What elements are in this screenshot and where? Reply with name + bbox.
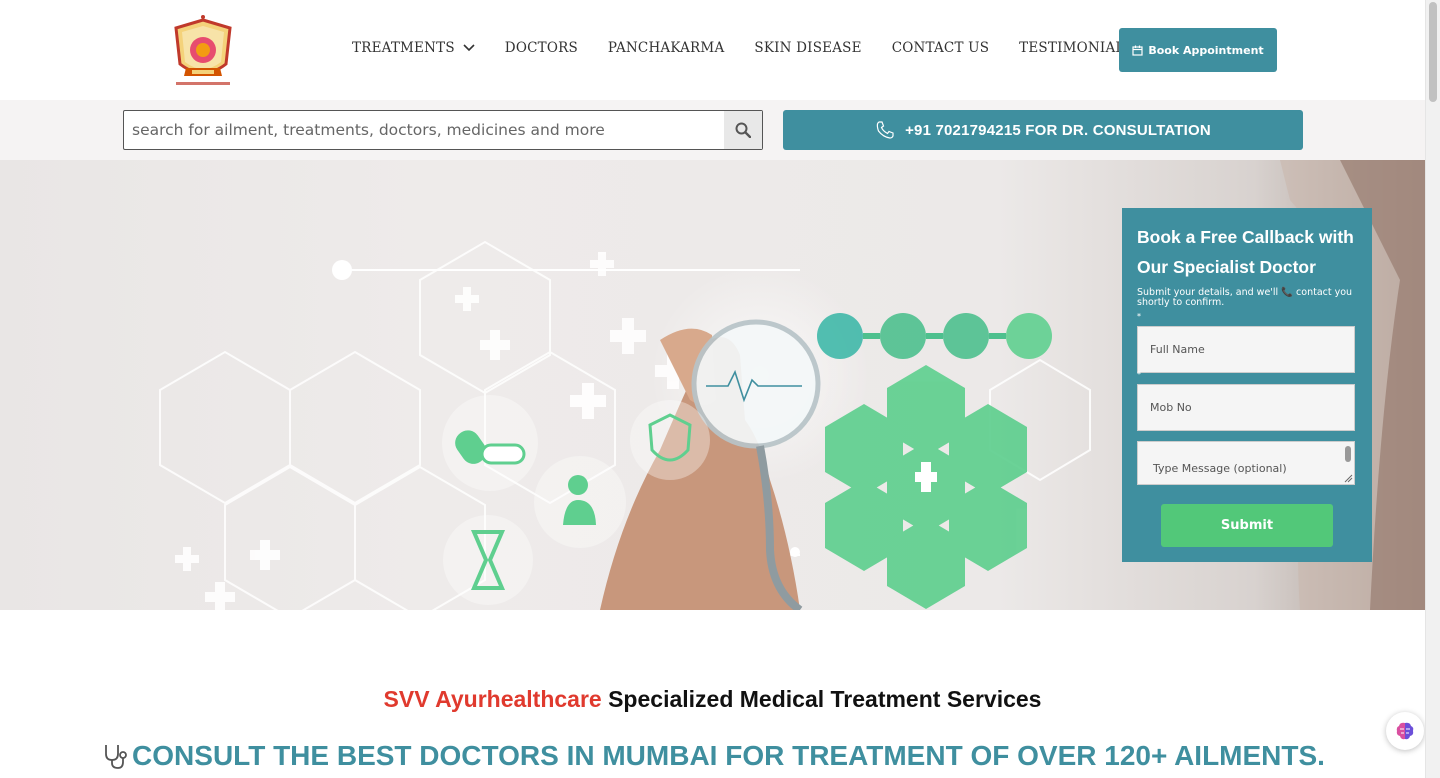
consultation-call-button[interactable]: +91 7021794215 FOR DR. CONSULTATION [783, 110, 1303, 150]
services-heading: SVV Ayurhealthcare Specialized Medical T… [0, 686, 1425, 713]
main-nav: TREATMENTS DOCTORS PANCHAKARMA SKIN DISE… [352, 40, 1164, 56]
nav-panchakarma[interactable]: PANCHAKARMA [608, 40, 724, 56]
brand-name: SVV Ayurhealthcare [383, 686, 602, 712]
consult-tagline: CONSULT THE BEST DOCTORS IN MUMBAI FOR T… [0, 740, 1425, 772]
message-placeholder: Type Message (optional) [1153, 462, 1287, 475]
page-scrollbar-thumb[interactable] [1429, 2, 1437, 102]
services-heading-text: Specialized Medical Treatment Services [608, 686, 1042, 712]
textarea-scrollbar[interactable] [1345, 446, 1351, 462]
required-mark-name: * [1137, 312, 1141, 321]
nav-skin-disease[interactable]: SKIN DISEASE [754, 40, 861, 56]
stethoscope-icon [105, 745, 127, 769]
search-button[interactable] [724, 111, 762, 149]
hero-banner: Book a Free Callback with Our Specialist… [0, 160, 1425, 610]
consult-tagline-text: CONSULT THE BEST DOCTORS IN MUMBAI FOR T… [132, 740, 1325, 771]
search-icon [735, 122, 751, 138]
mobile-number-placeholder: Mob No [1150, 401, 1192, 414]
book-appointment-button[interactable]: Book Appointment [1119, 28, 1277, 72]
page-scrollbar[interactable] [1425, 0, 1440, 778]
callback-form-subtitle: Submit your details, and we'll 📞 contact… [1137, 287, 1353, 308]
nav-testimonials[interactable]: TESTIMONIALS [1019, 40, 1134, 56]
required-mark-mobile: * [1137, 370, 1141, 379]
calendar-icon [1132, 45, 1143, 56]
search-box [123, 110, 763, 150]
full-name-placeholder: Full Name [1150, 343, 1205, 356]
nav-treatments[interactable]: TREATMENTS [352, 40, 475, 56]
search-input[interactable] [124, 111, 724, 149]
callback-form: Book a Free Callback with Our Specialist… [1122, 208, 1372, 562]
book-appointment-label: Book Appointment [1148, 43, 1264, 57]
submit-button[interactable]: Submit [1161, 504, 1333, 547]
site-header: TREATMENTS DOCTORS PANCHAKARMA SKIN DISE… [0, 0, 1425, 100]
callback-form-title: Book a Free Callback with Our Specialist… [1137, 227, 1354, 277]
full-name-field[interactable]: Full Name [1137, 326, 1355, 373]
search-strip: +91 7021794215 FOR DR. CONSULTATION [0, 100, 1425, 160]
brain-chat-widget[interactable] [1386, 712, 1424, 750]
consultation-call-label: +91 7021794215 FOR DR. CONSULTATION [905, 121, 1211, 139]
chevron-down-icon [463, 44, 475, 52]
nav-contact-us[interactable]: CONTACT US [892, 40, 989, 56]
mobile-number-field[interactable]: Mob No [1137, 384, 1355, 431]
brain-icon [1396, 722, 1414, 740]
resize-grip-icon[interactable] [1343, 473, 1353, 483]
phone-icon [876, 121, 894, 139]
nav-treatments-label: TREATMENTS [352, 40, 455, 56]
site-logo[interactable] [164, 12, 242, 90]
message-textarea[interactable]: Type Message (optional) [1137, 441, 1355, 485]
nav-doctors[interactable]: DOCTORS [505, 40, 578, 56]
